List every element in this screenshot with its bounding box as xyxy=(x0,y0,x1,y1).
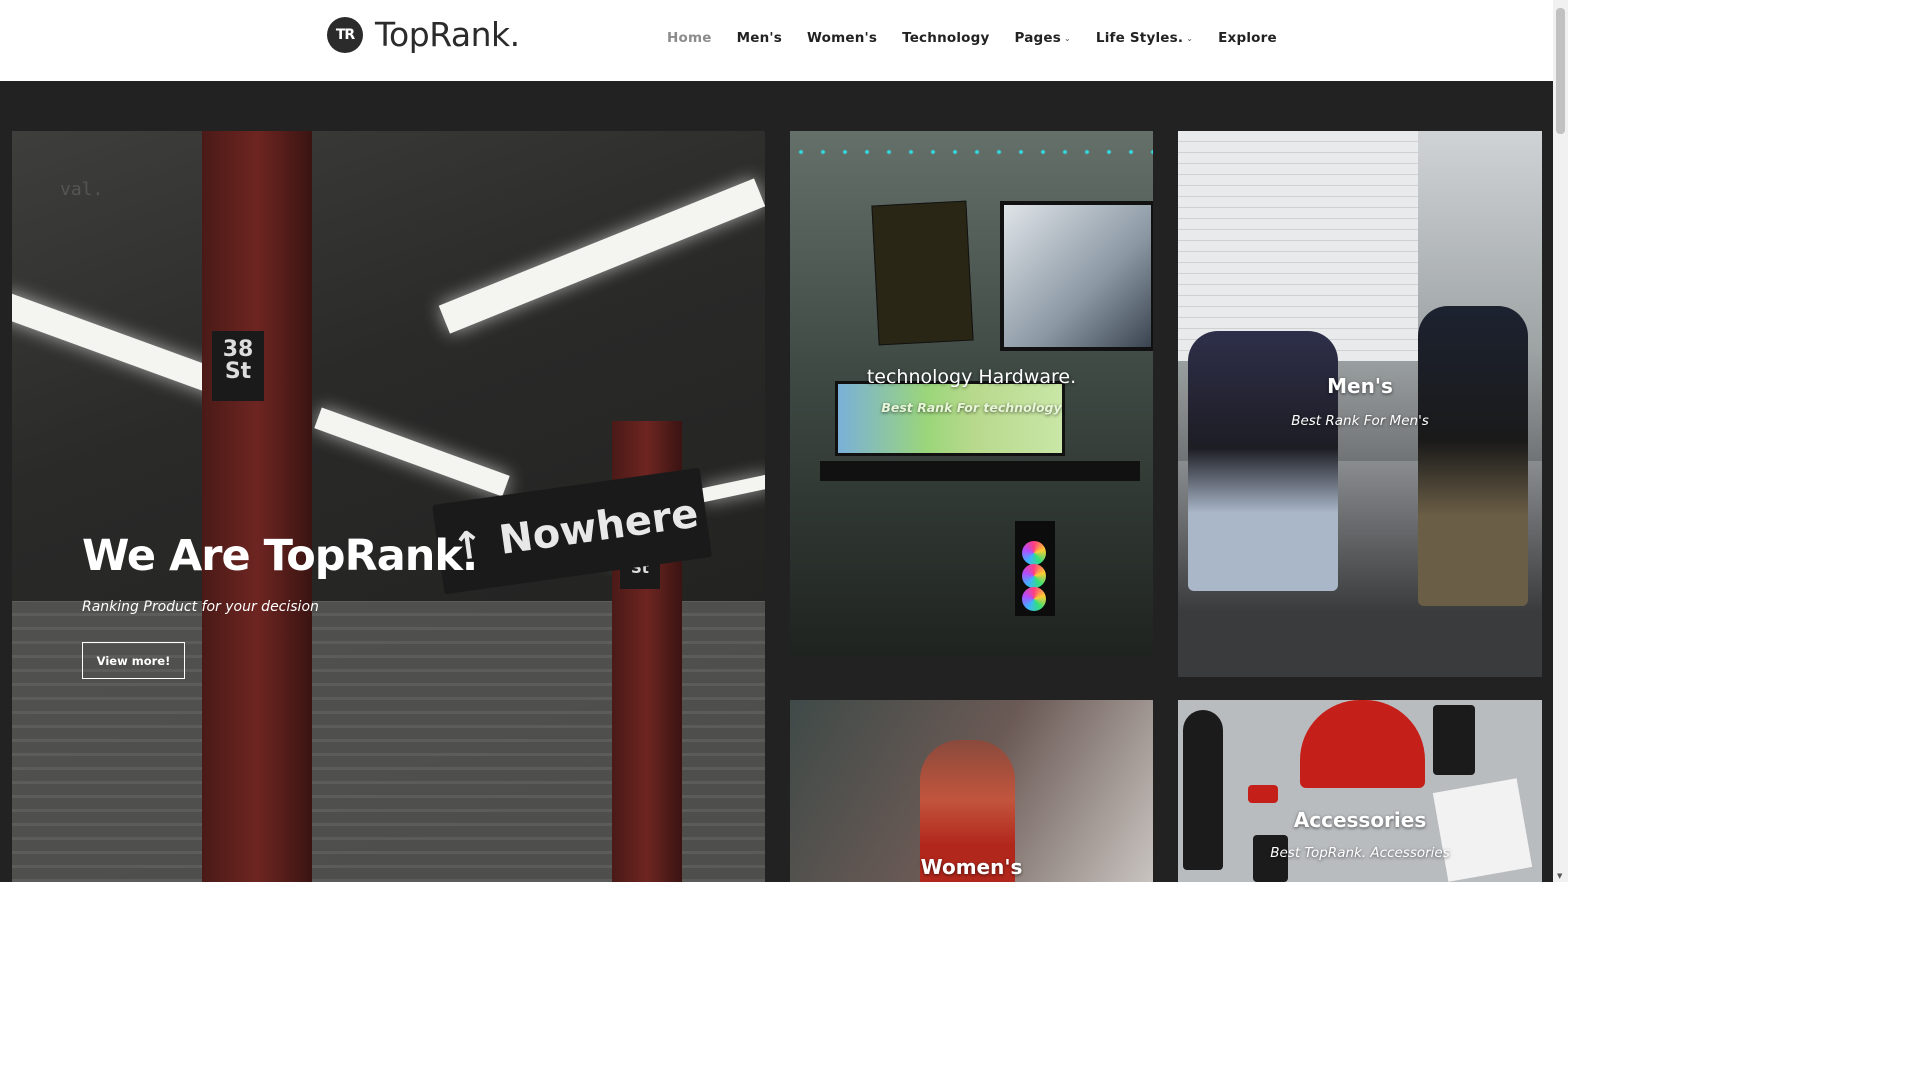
technology-card-subtitle: Best Rank For technology xyxy=(881,400,1062,415)
scroll-down-arrow-icon[interactable]: ▼ xyxy=(1557,872,1562,880)
hero-subtitle: Ranking Product for your decision xyxy=(82,599,319,615)
nav-item-womens[interactable]: Women's xyxy=(807,30,877,46)
chevron-down-icon: ⌄ xyxy=(1186,33,1194,43)
beanie xyxy=(1300,700,1425,788)
station-pillar xyxy=(202,131,312,882)
rgb-fan xyxy=(1022,564,1046,588)
building-facade xyxy=(1178,131,1418,361)
site-logo[interactable]: TR TopRank. xyxy=(327,15,520,54)
person-figure xyxy=(1188,331,1338,591)
page-scrollbar[interactable]: ▼ xyxy=(1553,0,1568,882)
ceiling-light xyxy=(701,473,765,503)
nav-label: Men's xyxy=(736,30,782,46)
scrollbar-thumb[interactable] xyxy=(1556,8,1565,134)
notebook xyxy=(1433,705,1475,775)
nav-item-explore[interactable]: Explore xyxy=(1218,30,1277,46)
ceiling-light xyxy=(438,178,765,334)
sign-text: Nowhere xyxy=(496,490,702,564)
womens-card-title: Women's xyxy=(920,855,1023,879)
technology-card[interactable]: technology Hardware. Best Rank For techn… xyxy=(790,131,1153,657)
nav-item-home[interactable]: Home xyxy=(667,30,712,46)
nav-item-mens[interactable]: Men's xyxy=(737,30,782,46)
nav-label: Explore xyxy=(1218,30,1277,46)
mens-card[interactable]: Men's Best Rank For Men's xyxy=(1178,131,1542,677)
nav-label: Pages xyxy=(1014,30,1062,46)
nav-label: Technology xyxy=(902,30,990,46)
nav-label: Life Styles. xyxy=(1095,30,1184,46)
logo-mark-icon: TR xyxy=(327,16,363,53)
nav-item-life-styles[interactable]: Life Styles. ⌄ xyxy=(1096,30,1193,46)
wall-monitor xyxy=(1000,201,1153,351)
person-figure xyxy=(1418,306,1528,606)
accessories-card-subtitle: Best TopRank. Accessories xyxy=(1270,845,1450,861)
station-plate: 38 St xyxy=(212,331,264,401)
led-lights xyxy=(790,141,1153,171)
rgb-fan xyxy=(1022,541,1046,565)
womens-card[interactable]: Women's xyxy=(790,700,1153,882)
nav-item-technology[interactable]: Technology xyxy=(902,30,989,46)
lighter xyxy=(1248,785,1278,803)
mens-card-subtitle: Best Rank For Men's xyxy=(1291,413,1429,429)
technology-card-title: technology Hardware. xyxy=(866,366,1077,388)
mens-card-title: Men's xyxy=(1327,374,1393,398)
desk xyxy=(820,461,1140,481)
rgb-fan xyxy=(1022,587,1046,611)
site-header: TR TopRank. Home Men's Women's Technolog… xyxy=(0,0,1553,81)
accessories-card[interactable]: Accessories Best TopRank. Accessories xyxy=(1178,700,1542,882)
nav-label: Women's xyxy=(806,30,878,46)
view-more-button[interactable]: View more! xyxy=(82,642,185,679)
wall-poster xyxy=(871,200,974,346)
hero-banner: val. 38 St 38 St ↑ Nowhere We Are TopRan… xyxy=(12,131,765,882)
ceiling-light xyxy=(314,407,510,497)
desk-monitors xyxy=(835,381,1065,456)
logo-text: TopRank. xyxy=(375,15,520,54)
scene-graffiti-text: val. xyxy=(60,179,104,200)
ceiling-light xyxy=(12,290,230,398)
nav-item-pages[interactable]: Pages ⌄ xyxy=(1015,30,1071,46)
hero-title: We Are TopRank. xyxy=(82,531,478,581)
nav-label: Home xyxy=(667,30,712,46)
chevron-down-icon: ⌄ xyxy=(1064,33,1071,43)
accessories-card-title: Accessories xyxy=(1293,808,1427,832)
main-nav: Home Men's Women's Technology Pages ⌄ Lif… xyxy=(667,30,1302,46)
